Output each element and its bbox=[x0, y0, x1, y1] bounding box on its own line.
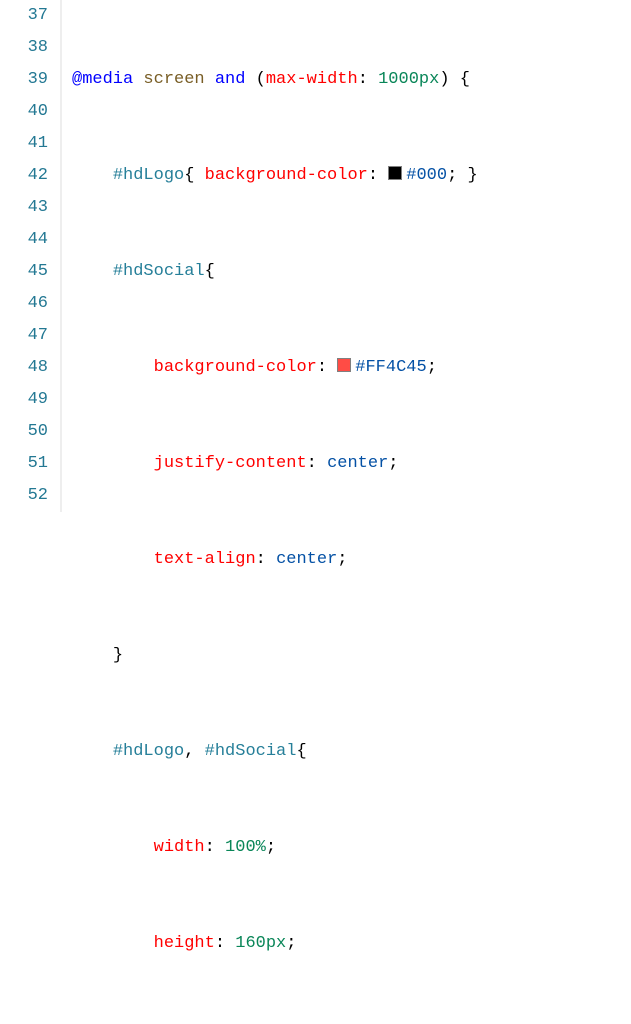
property-token: max-width bbox=[266, 70, 358, 89]
line-number: 37 bbox=[0, 0, 48, 32]
value-token: #000 bbox=[406, 166, 447, 185]
line-number: 46 bbox=[0, 288, 48, 320]
property-token: background-color bbox=[205, 166, 368, 185]
at-rule-token: @media bbox=[72, 70, 133, 89]
value-token: #FF4C45 bbox=[355, 358, 426, 377]
value-token: center bbox=[327, 454, 388, 473]
selector-token: #hdLogo bbox=[113, 742, 184, 761]
value-token: 100% bbox=[225, 838, 266, 857]
color-swatch-icon[interactable] bbox=[388, 166, 402, 180]
line-number: 38 bbox=[0, 32, 48, 64]
line-number: 44 bbox=[0, 224, 48, 256]
code-line[interactable]: height: 160px; bbox=[72, 928, 478, 960]
property-token: background-color bbox=[154, 358, 317, 377]
line-number: 52 bbox=[0, 480, 48, 512]
and-token: and bbox=[215, 70, 246, 89]
code-line[interactable]: width: 100%; bbox=[72, 832, 478, 864]
property-token: width bbox=[154, 838, 205, 857]
code-editor[interactable]: 37 38 39 40 41 42 43 44 45 46 47 48 49 5… bbox=[0, 0, 631, 512]
code-line[interactable]: @media screen and (max-width: 1000px) { bbox=[72, 64, 478, 96]
line-number: 50 bbox=[0, 416, 48, 448]
code-line[interactable]: background-color: #FF4C45; bbox=[72, 352, 478, 384]
code-line[interactable]: #hdLogo, #hdSocial{ bbox=[72, 736, 478, 768]
line-number: 51 bbox=[0, 448, 48, 480]
media-type-token: screen bbox=[143, 70, 204, 89]
code-line[interactable]: } bbox=[72, 640, 478, 672]
value-token: 1000px bbox=[378, 70, 439, 89]
selector-token: #hdSocial bbox=[113, 262, 205, 281]
code-line[interactable]: text-align: center; bbox=[72, 544, 478, 576]
line-number: 40 bbox=[0, 96, 48, 128]
property-token: justify-content bbox=[154, 454, 307, 473]
line-number: 45 bbox=[0, 256, 48, 288]
line-number: 42 bbox=[0, 160, 48, 192]
property-token: height bbox=[154, 934, 215, 953]
code-line[interactable]: #hdLogo{ background-color: #000; } bbox=[72, 160, 478, 192]
line-number: 48 bbox=[0, 352, 48, 384]
value-token: 160px bbox=[235, 934, 286, 953]
line-number: 41 bbox=[0, 128, 48, 160]
property-token: text-align bbox=[154, 550, 256, 569]
color-swatch-icon[interactable] bbox=[337, 358, 351, 372]
line-number: 47 bbox=[0, 320, 48, 352]
line-number: 49 bbox=[0, 384, 48, 416]
line-number: 43 bbox=[0, 192, 48, 224]
code-content[interactable]: @media screen and (max-width: 1000px) { … bbox=[62, 0, 478, 512]
code-line[interactable]: #hdSocial{ bbox=[72, 256, 478, 288]
line-number: 39 bbox=[0, 64, 48, 96]
code-line[interactable]: justify-content: center; bbox=[72, 448, 478, 480]
value-token: center bbox=[276, 550, 337, 569]
line-number-gutter: 37 38 39 40 41 42 43 44 45 46 47 48 49 5… bbox=[0, 0, 62, 512]
selector-token: #hdSocial bbox=[205, 742, 297, 761]
selector-token: #hdLogo bbox=[113, 166, 184, 185]
